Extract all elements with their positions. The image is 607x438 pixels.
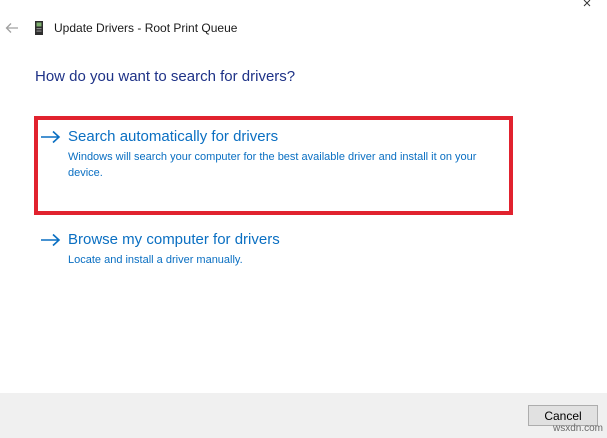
right-arrow-icon	[41, 233, 61, 247]
back-button[interactable]	[2, 18, 22, 38]
right-arrow-icon	[41, 130, 61, 144]
option-title: Browse my computer for drivers	[68, 231, 280, 248]
browse-computer-option[interactable]: Browse my computer for drivers Locate an…	[40, 230, 500, 270]
close-icon[interactable]	[581, 0, 597, 10]
back-arrow-icon	[5, 23, 18, 33]
watermark: wsxdn.com	[553, 423, 604, 434]
printer-device-icon	[35, 21, 43, 35]
title-bar: Update Drivers - Root Print Queue	[0, 0, 607, 56]
option-title: Search automatically for drivers	[68, 128, 279, 145]
option-description: Windows will search your computer for th…	[68, 151, 477, 179]
update-drivers-dialog: Update Drivers - Root Print Queue How do…	[0, 0, 607, 438]
option-description: Locate and install a driver manually.	[68, 254, 243, 266]
search-automatically-option[interactable]: Search automatically for drivers Windows…	[40, 127, 500, 187]
page-heading: How do you want to search for drivers?	[35, 68, 296, 85]
dialog-footer: Cancel	[0, 393, 607, 438]
window-title: Update Drivers - Root Print Queue	[54, 21, 238, 35]
